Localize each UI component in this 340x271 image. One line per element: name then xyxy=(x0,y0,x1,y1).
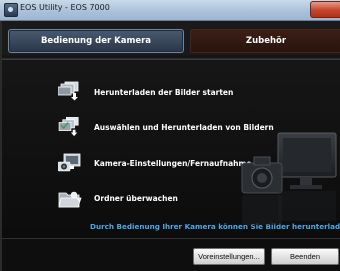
folder-watch-icon xyxy=(58,191,82,208)
preferences-button[interactable]: Voreinstellungen... xyxy=(193,248,265,265)
window-title: EOS Utility - EOS 7000 xyxy=(20,3,110,12)
bottom-bar: Voreinstellungen... Beenden xyxy=(0,238,340,271)
tab-camera-control[interactable]: Bedienung der Kamera xyxy=(8,29,184,53)
eos-utility-window: EOS Utility - EOS 7000 Bedienung der Kam… xyxy=(0,0,340,271)
select-download-icon xyxy=(58,117,79,137)
menu-label-camera-settings: Kamera-Einstellungen/Fernaufnahme xyxy=(94,159,252,168)
title-bar: EOS Utility - EOS 7000 xyxy=(0,0,340,21)
main-panel: Herunterladen der Bilder starten Auswähl… xyxy=(0,58,340,239)
menu-label-start-download: Herunterladen der Bilder starten xyxy=(94,88,234,97)
close-button[interactable] xyxy=(310,1,340,18)
download-images-icon xyxy=(58,81,79,101)
app-icon xyxy=(4,3,18,17)
menu-label-watch-folder: Ordner überwachen xyxy=(94,194,178,203)
menu-item-start-download[interactable]: Herunterladen der Bilder starten xyxy=(0,79,340,105)
window-left-border xyxy=(0,21,2,271)
camera-monitor-illustration xyxy=(241,132,337,225)
tab-bar: Bedienung der Kamera Zubehör xyxy=(0,21,340,55)
tab-accessories[interactable]: Zubehör xyxy=(190,29,340,53)
camera-remote-icon xyxy=(58,153,81,172)
quit-button[interactable]: Beenden xyxy=(271,248,339,265)
